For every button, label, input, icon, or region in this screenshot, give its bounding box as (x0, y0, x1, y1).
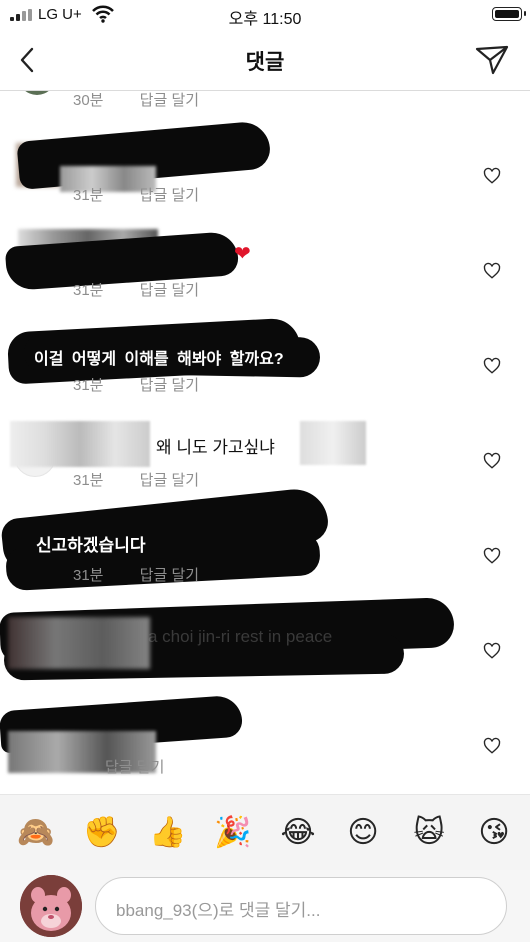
comment-time: 31분 (73, 377, 104, 394)
comment-time: 31분 (73, 187, 104, 204)
raised-fist-emoji[interactable]: ✊ (82, 813, 122, 853)
battery-icon (492, 7, 526, 21)
blurred-name (10, 421, 150, 467)
comment-meta: 31분 답글 달기 (73, 564, 199, 585)
comment-input-placeholder: bbang_93(으)로 댓글 달기... (116, 901, 321, 920)
tears-of-joy-emoji[interactable]: 😂 (278, 813, 318, 853)
party-popper-emoji[interactable]: 🎉 (213, 813, 253, 853)
emoji-quick-bar: 🙈 ✊ 👍 🎉 😂 😊 🙀 😘 (0, 794, 530, 871)
comment-text: a choi jin-ri rest in peace (148, 627, 333, 646)
like-heart-icon[interactable] (483, 167, 501, 185)
comment-input[interactable]: bbang_93(으)로 댓글 달기... (95, 877, 507, 935)
page-title: 댓글 (245, 51, 285, 74)
blurred-avatar (8, 617, 150, 669)
reply-button[interactable]: 답글 달기 (140, 282, 199, 299)
comment-meta: 31분 답글 달기 (73, 279, 199, 300)
reply-button[interactable]: 답글 달기 (105, 759, 164, 776)
like-heart-icon[interactable] (483, 452, 501, 470)
heart-emoji: ❤ (234, 243, 251, 265)
comment-text: 왜 니도 가고싶냐 (156, 438, 275, 457)
comment-meta: 30분 답글 달기 (73, 91, 199, 110)
like-heart-icon[interactable] (483, 357, 501, 375)
thumbs-up-emoji[interactable]: 👍 (148, 813, 188, 853)
blurred-text (300, 421, 366, 465)
pink-panther-avatar-icon (20, 875, 82, 937)
comment-meta: 답글 달기 (73, 756, 164, 777)
status-time: 오후 11:50 (228, 11, 302, 28)
send-icon[interactable] (474, 42, 510, 76)
header: 댓글 (0, 30, 530, 91)
comment-meta: 31분 답글 달기 (73, 374, 199, 395)
reply-button[interactable]: 답글 달기 (140, 377, 199, 394)
like-heart-icon[interactable] (483, 547, 501, 565)
see-no-evil-monkey-emoji[interactable]: 🙈 (16, 813, 56, 853)
like-heart-icon[interactable] (483, 737, 501, 755)
smiling-face-emoji[interactable]: 😊 (343, 813, 383, 853)
reply-button[interactable]: 답글 달기 (140, 187, 199, 204)
comment-text: 이걸 어떻게 이해를 해봐야 할까요? (34, 351, 284, 368)
comment-time: 31분 (73, 472, 104, 489)
comment-time: 31분 (73, 567, 104, 584)
avatar (20, 875, 82, 937)
status-bar: LG U+ 오후 11:50 (0, 0, 530, 30)
comment-meta: 31분 답글 달기 (73, 469, 199, 490)
face-blowing-kiss-emoji[interactable]: 😘 (474, 813, 514, 853)
weary-cat-emoji[interactable]: 🙀 (409, 813, 449, 853)
comment-text: 신고하겠습니다 (36, 536, 146, 555)
comment-time: 31분 (73, 282, 104, 299)
reply-button[interactable]: 답글 달기 (140, 567, 199, 584)
comment-time: 30분 (73, 92, 104, 109)
reply-button[interactable]: 답글 달기 (140, 472, 199, 489)
like-heart-icon[interactable] (483, 642, 501, 660)
avatar[interactable] (18, 91, 56, 95)
comment-meta: 31분 답글 달기 (73, 184, 199, 205)
reply-button[interactable]: 답글 달기 (140, 92, 199, 109)
like-heart-icon[interactable] (483, 262, 501, 280)
comment-list: 30분 답글 달기 31분 답글 달기 ❤ 31분 답글 달기 이걸 어떻게 이… (0, 91, 530, 794)
